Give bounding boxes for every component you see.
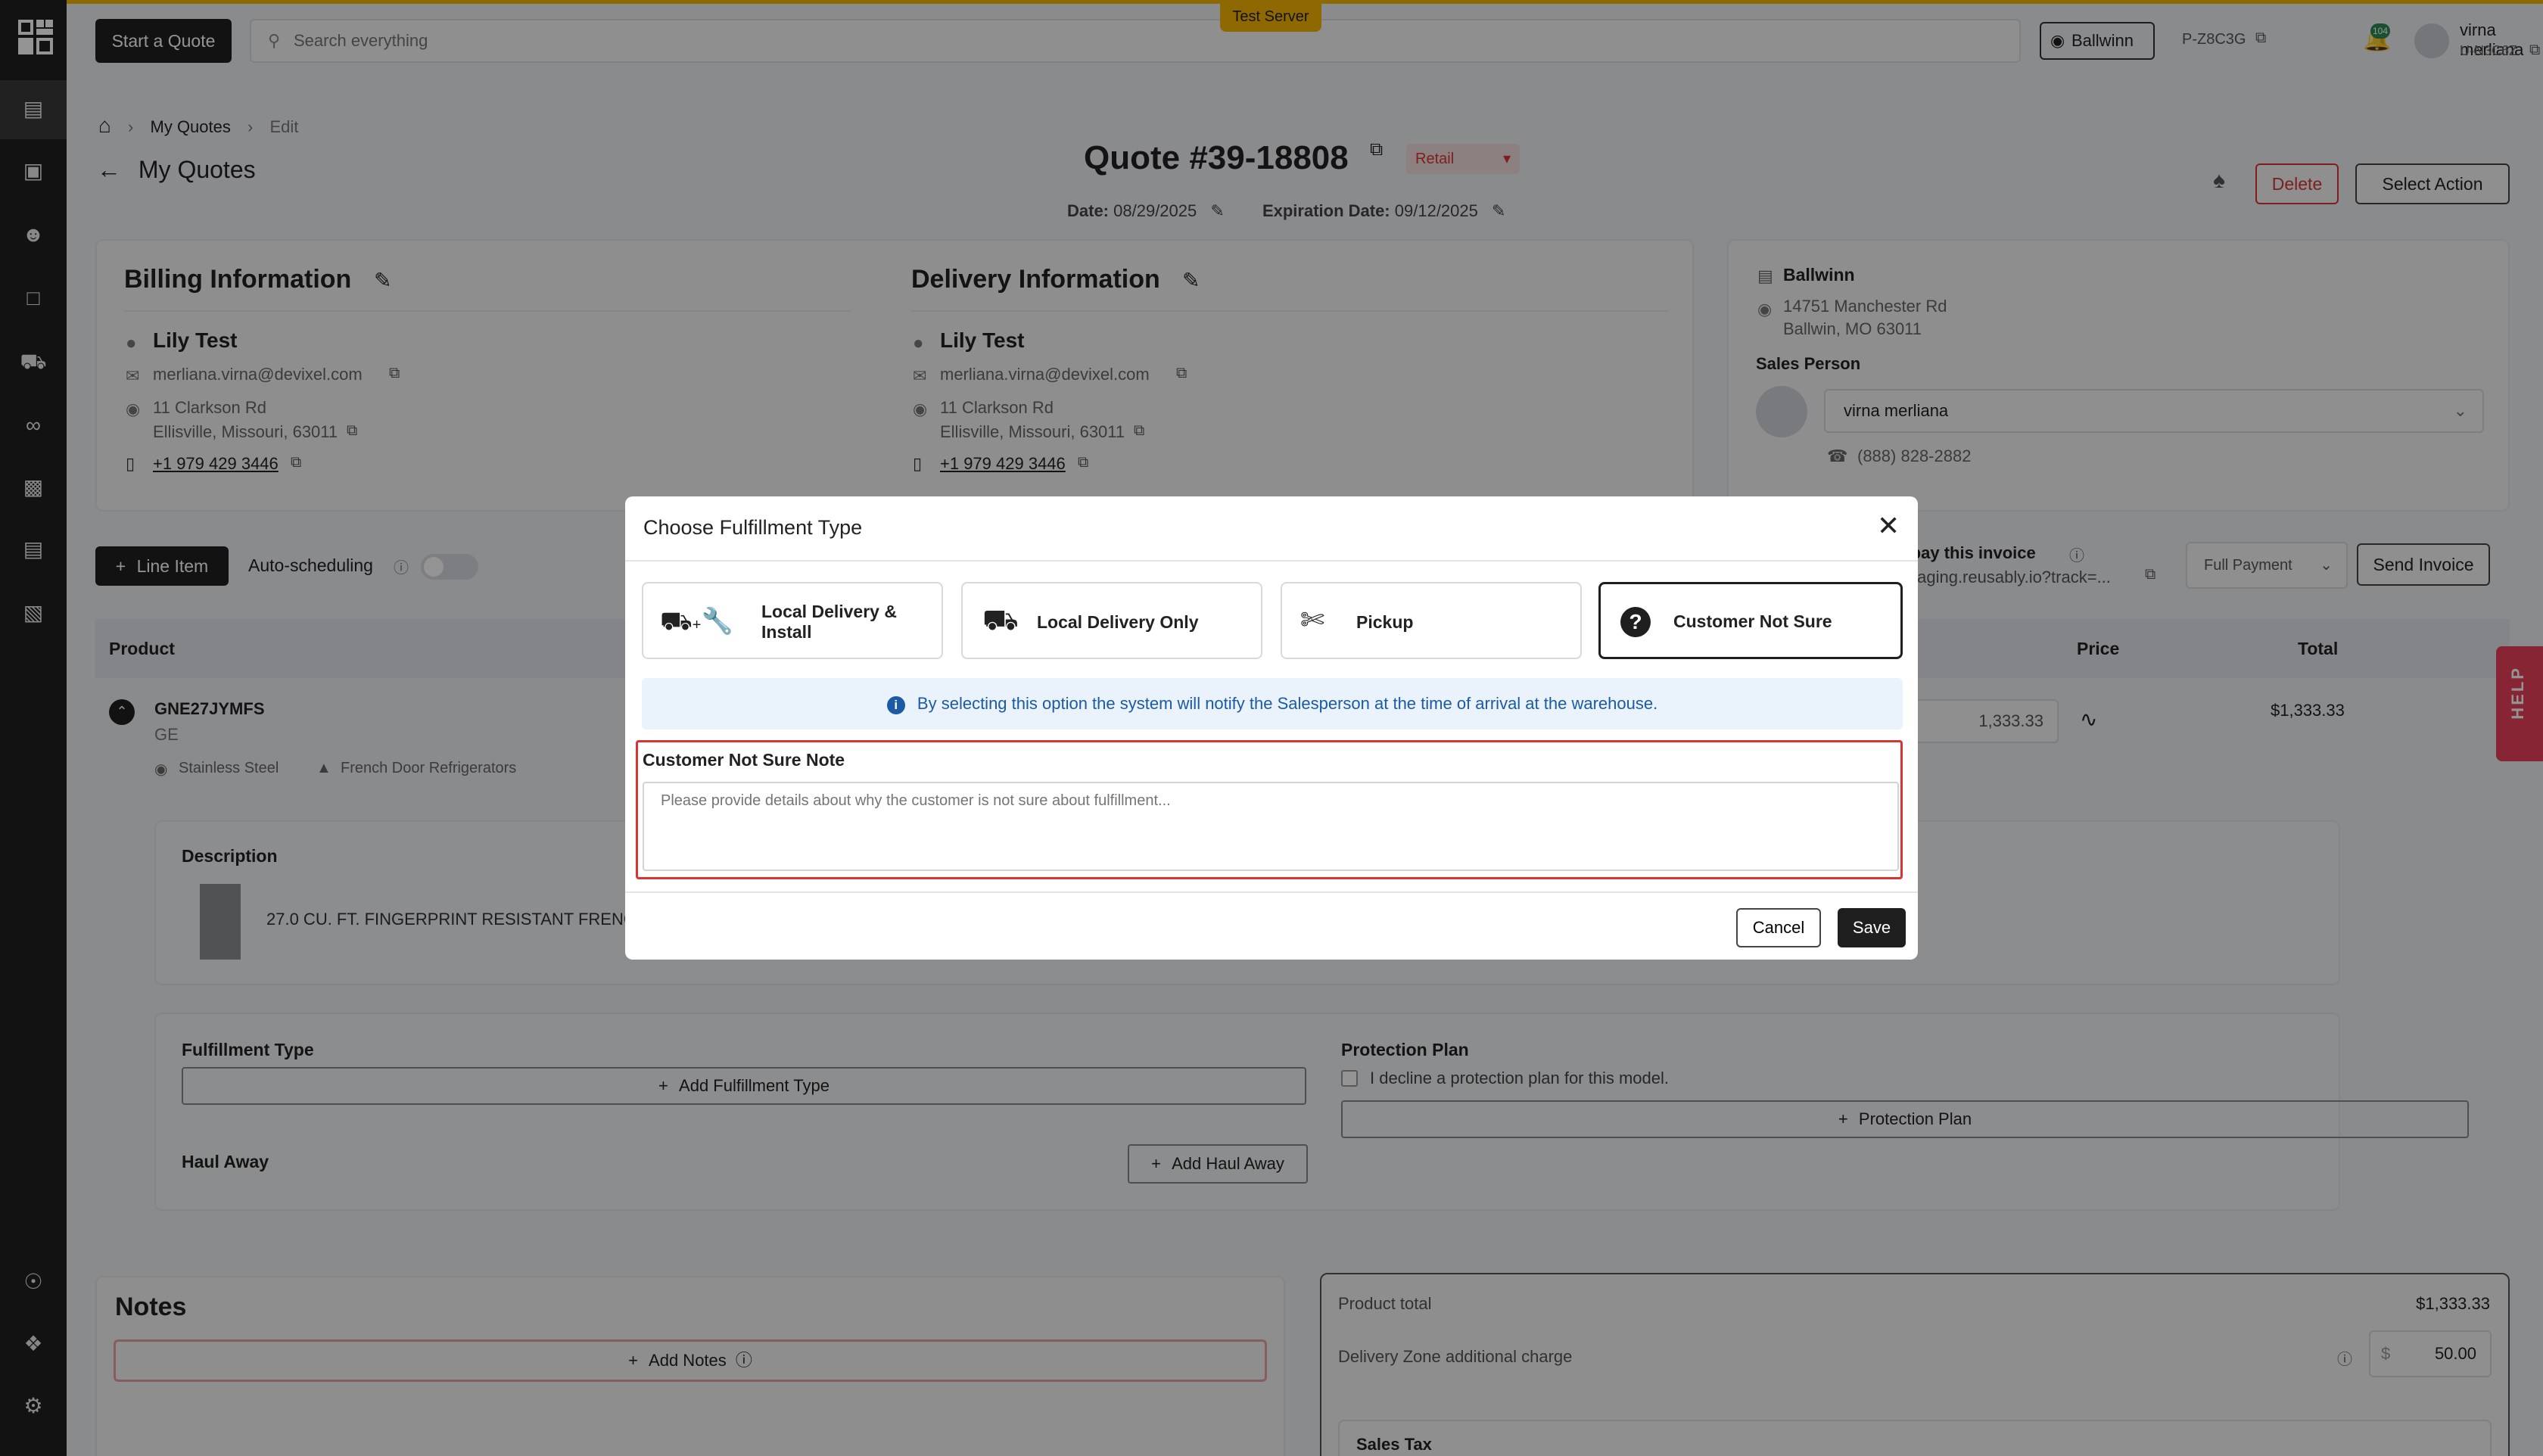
option-customer-not-sure[interactable]: ? Customer Not Sure (1598, 582, 1903, 659)
option-label: Local Delivery & Install (761, 602, 897, 642)
option-label: Local Delivery Only (1037, 612, 1199, 632)
cancel-button[interactable]: Cancel (1736, 908, 1821, 947)
option-label: Pickup (1356, 612, 1414, 632)
modal-footer-divider (625, 891, 1918, 893)
fulfillment-modal: Choose Fulfillment Type ✕ ⛟+🔧 Local Deli… (625, 496, 1918, 960)
modal-header-divider (625, 560, 1918, 562)
truck-wrench-icon: ⛟+🔧 (660, 607, 733, 636)
modal-title: Choose Fulfillment Type (643, 516, 863, 539)
info-icon: i (886, 696, 905, 714)
question-circle-icon: ? (1620, 607, 1651, 637)
hand-truck-icon: ✄ (1300, 605, 1324, 636)
truck-icon: ⛟ (982, 605, 1019, 636)
option-label: Customer Not Sure (1673, 611, 1832, 631)
option-local-delivery-only[interactable]: ⛟ Local Delivery Only (961, 582, 1262, 659)
info-text: By selecting this option the system will… (917, 694, 1658, 713)
save-button[interactable]: Save (1838, 908, 1906, 947)
option-pickup[interactable]: ✄ Pickup (1281, 582, 1582, 659)
customer-not-sure-note-textarea[interactable] (643, 782, 1899, 871)
option-local-delivery-install[interactable]: ⛟+🔧 Local Delivery & Install (642, 582, 943, 659)
close-icon[interactable]: ✕ (1877, 510, 1900, 542)
note-label: Customer Not Sure Note (643, 750, 845, 770)
note-field-group: Customer Not Sure Note (636, 740, 1903, 879)
info-banner: i By selecting this option the system wi… (642, 678, 1903, 730)
